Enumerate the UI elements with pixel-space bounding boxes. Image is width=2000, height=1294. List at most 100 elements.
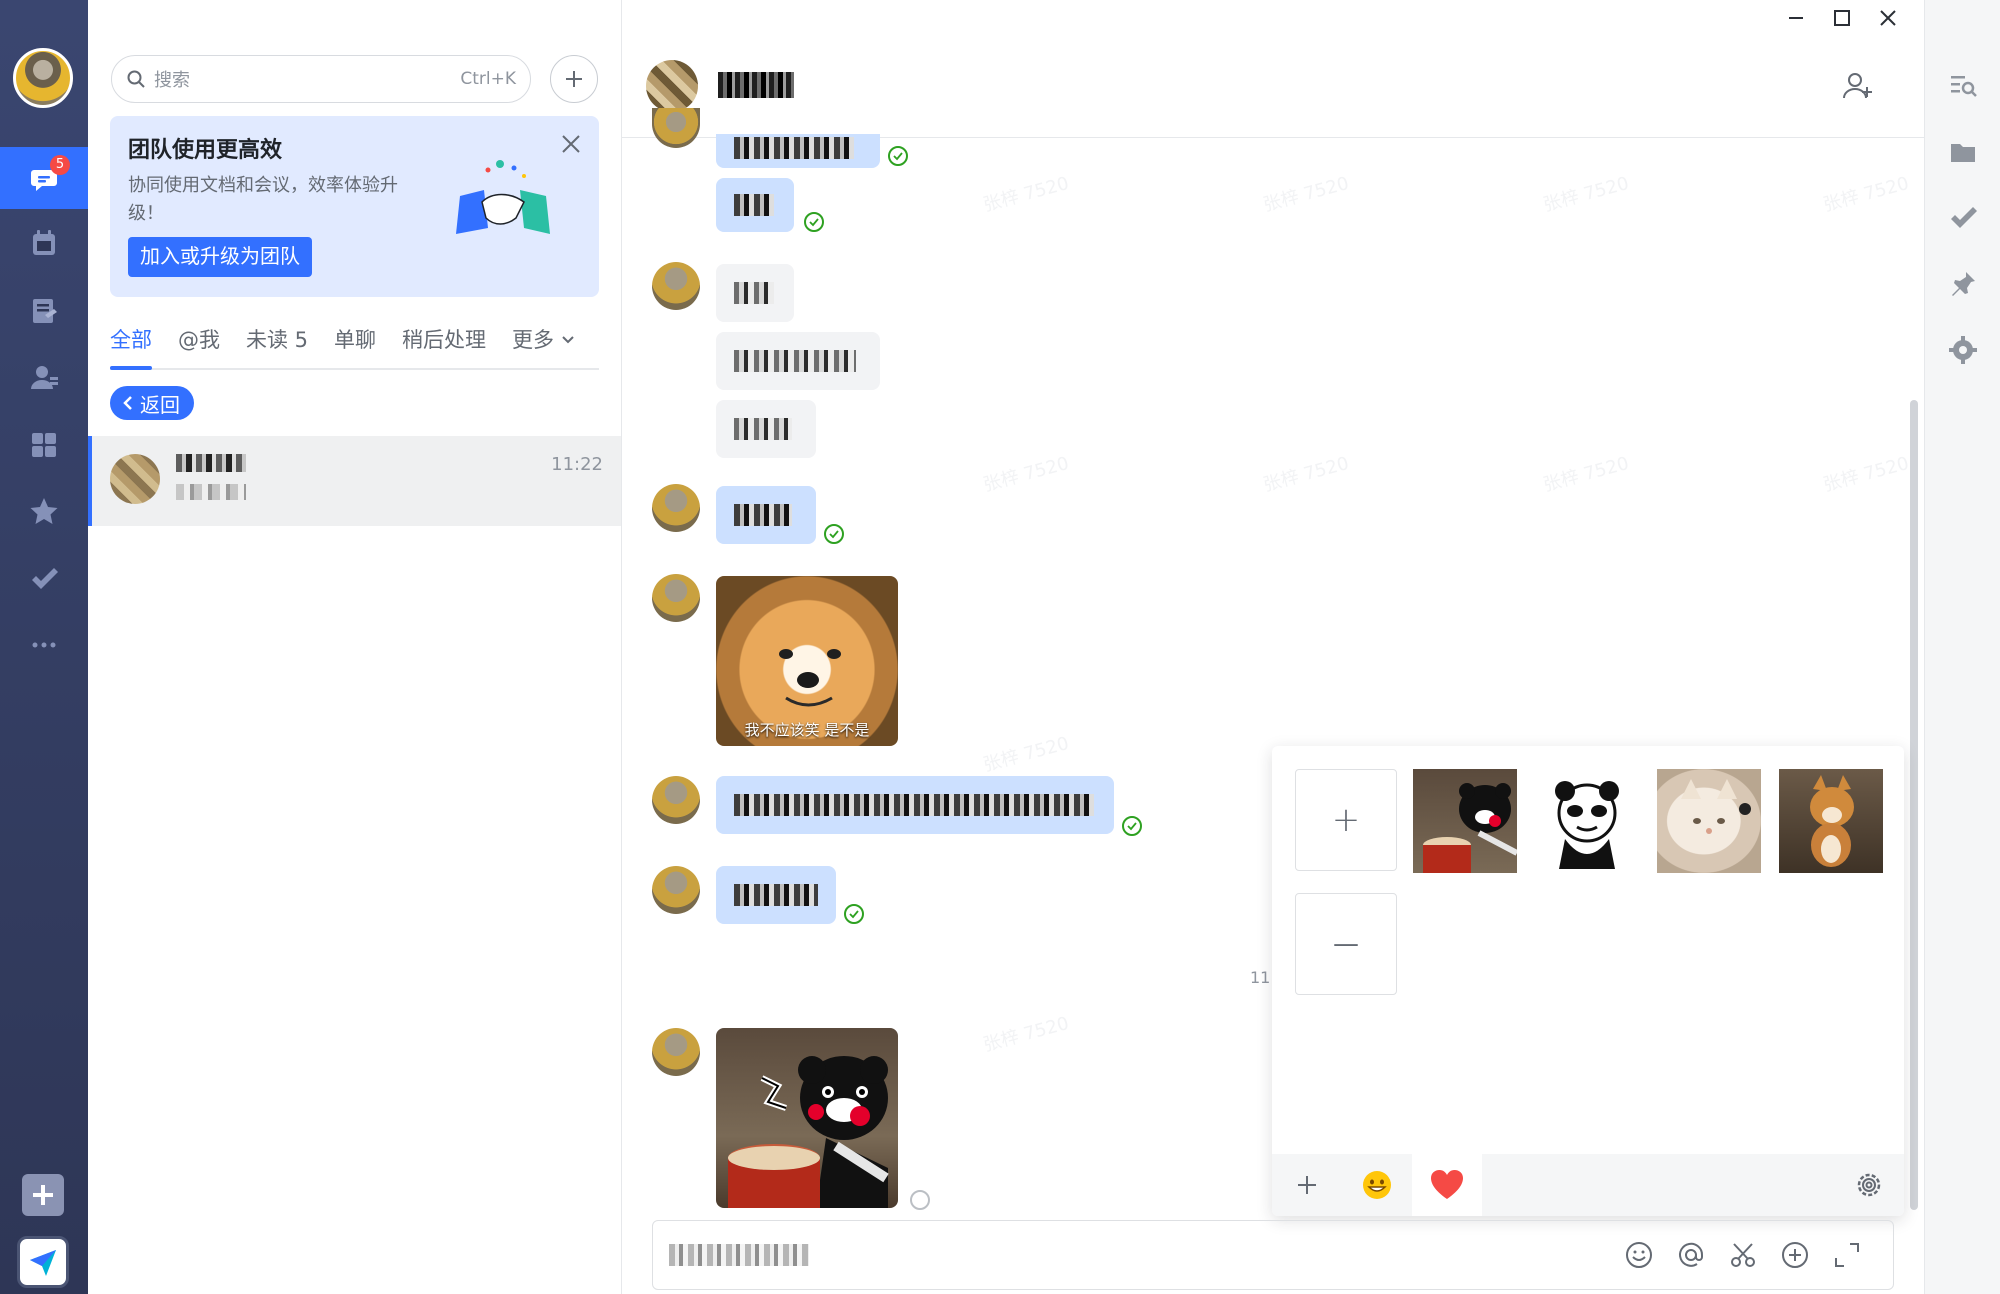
avatar[interactable] (652, 866, 700, 914)
search-list-icon (1951, 76, 1977, 97)
sticker-panel-footer (1272, 1154, 1904, 1216)
emoji-icon (1363, 1171, 1391, 1199)
watermark: 张梓 7520 (981, 452, 1072, 496)
close-window-button[interactable] (1876, 6, 1900, 30)
avatar[interactable] (652, 262, 700, 310)
kumamon-sticker[interactable] (716, 1028, 898, 1208)
message-bubble[interactable] (716, 486, 816, 544)
shiba-sticker[interactable]: 我不应该笑 是不是 (716, 576, 898, 746)
message-scrollbar[interactable] (1910, 400, 1918, 1210)
nav-favorites[interactable] (0, 480, 88, 542)
handshake-illustration (456, 160, 550, 234)
pinned-app-button[interactable] (17, 1236, 69, 1288)
user-avatar[interactable] (13, 48, 73, 108)
add-app-button[interactable] (22, 1174, 64, 1216)
gear-icon (1857, 1173, 1881, 1197)
team-promo-card: 团队使用更高效 协同使用文档和会议，效率体验升级！ 加入或升级为团队 (110, 116, 599, 297)
avatar[interactable] (652, 1028, 700, 1076)
message-bubble[interactable] (716, 134, 880, 168)
watermark: 张梓 7520 (1541, 172, 1632, 216)
tasks-button[interactable] (1947, 202, 1979, 234)
tab-more-label: 更多 (512, 328, 555, 352)
kumamon-drum-image (728, 1056, 889, 1208)
message-bubble[interactable] (716, 400, 816, 458)
sticker-tab-favorites[interactable] (1412, 1154, 1482, 1216)
chat-window: 张梓 7520 张梓 7520 张梓 7520 张梓 7520 张梓 7520 … (622, 0, 1924, 1294)
remove-sticker-button[interactable]: — (1295, 893, 1397, 995)
redacted-text (734, 504, 792, 526)
contacts-icon (31, 366, 58, 389)
at-icon (1679, 1242, 1704, 1267)
search-input[interactable]: 搜索 Ctrl+K (111, 55, 531, 103)
search-icon (127, 70, 145, 88)
join-team-button[interactable]: 加入或升级为团队 (128, 237, 312, 277)
message-bubble[interactable] (716, 776, 1114, 834)
pins-button[interactable] (1947, 268, 1979, 300)
more-attachments-button[interactable] (1779, 1239, 1811, 1271)
chat-list-item[interactable]: 11:22 (88, 436, 621, 526)
tab-unread[interactable]: 未读 5 (246, 320, 308, 368)
unread-status-icon (910, 1190, 930, 1210)
panda-thumb (1555, 781, 1619, 869)
message-bubble[interactable] (716, 866, 836, 924)
message-input[interactable] (652, 1220, 1894, 1290)
calendar-icon (33, 230, 55, 255)
folder-icon (1951, 144, 1975, 162)
message-bubble[interactable] (716, 264, 794, 322)
avatar[interactable] (646, 60, 698, 112)
gear-icon (1949, 336, 1977, 364)
sticker-kumamon[interactable] (1413, 769, 1517, 873)
redacted-text (734, 282, 774, 304)
close-icon[interactable] (559, 132, 583, 160)
nav-tasks[interactable] (0, 548, 88, 610)
avatar[interactable] (652, 776, 700, 824)
tab-more[interactable]: 更多 (512, 320, 575, 368)
tab-later[interactable]: 稍后处理 (402, 320, 486, 368)
avatar[interactable] (652, 484, 700, 532)
nav-contacts[interactable] (0, 346, 88, 408)
watermark: 张梓 7520 (1821, 172, 1912, 216)
add-sticker-button[interactable]: + (1295, 769, 1397, 871)
nav-workplace[interactable] (0, 414, 88, 476)
expand-editor-button[interactable] (1831, 1239, 1863, 1271)
sticker-settings-button[interactable] (1834, 1154, 1904, 1216)
sticker-panel: + — (1272, 746, 1904, 1216)
watermark: 张梓 7520 (1261, 452, 1352, 496)
back-button[interactable]: 返回 (110, 386, 194, 420)
add-member-icon[interactable] (1842, 70, 1874, 106)
minimize-button[interactable] (1784, 6, 1808, 30)
emoji-button[interactable] (1623, 1239, 1655, 1271)
chevron-down-icon (562, 336, 574, 344)
chat-title-redacted[interactable] (718, 72, 794, 98)
search-placeholder: 搜索 (154, 70, 190, 91)
mention-button[interactable] (1675, 1239, 1707, 1271)
sticker-tab-emoji[interactable] (1342, 1154, 1412, 1216)
time-divider: 11 (1250, 968, 1271, 987)
sticker-panda[interactable] (1535, 769, 1639, 873)
sticker-shiba[interactable] (1779, 769, 1883, 873)
nav-messages[interactable]: 5 (0, 147, 88, 209)
back-label: 返回 (140, 392, 180, 417)
read-check-icon (804, 212, 824, 232)
avatar[interactable] (652, 574, 700, 622)
nav-docs[interactable] (0, 280, 88, 342)
promo-description: 协同使用文档和会议，效率体验升级！ (128, 175, 398, 224)
nav-calendar[interactable] (0, 212, 88, 274)
sticker-tab-add[interactable] (1272, 1154, 1342, 1216)
files-button[interactable] (1947, 136, 1979, 168)
chat-time: 11:22 (551, 454, 603, 475)
search-history-button[interactable] (1947, 70, 1979, 102)
message-bubble[interactable] (716, 332, 880, 390)
chat-settings-button[interactable] (1947, 334, 1979, 366)
nav-more[interactable] (0, 614, 88, 676)
maximize-button[interactable] (1830, 6, 1854, 30)
unread-badge: 5 (50, 155, 70, 175)
tab-direct[interactable]: 单聊 (334, 320, 376, 368)
read-check-icon (844, 904, 864, 924)
sticker-cat[interactable] (1657, 769, 1761, 873)
create-button[interactable] (550, 55, 598, 103)
screenshot-button[interactable] (1727, 1239, 1759, 1271)
message-bubble[interactable] (716, 178, 794, 232)
tab-mentions[interactable]: @我 (178, 320, 220, 368)
tab-all[interactable]: 全部 (110, 320, 152, 370)
